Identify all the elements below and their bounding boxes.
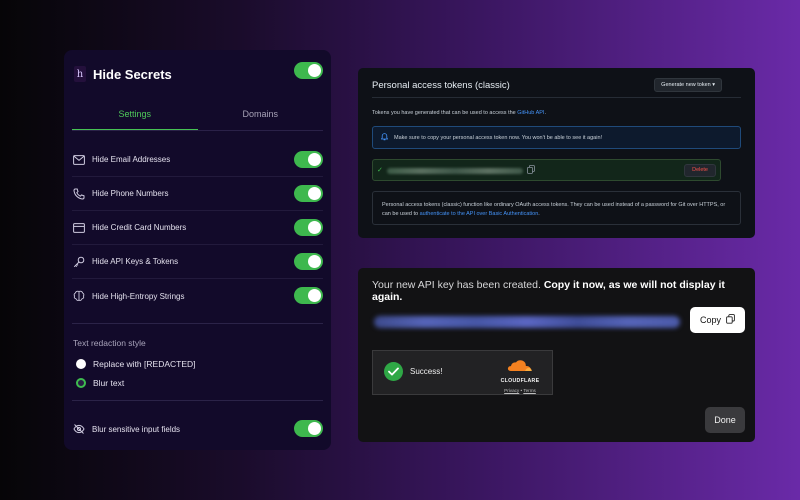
credit-card-icon — [72, 221, 86, 235]
copy-token-notice: Make sure to copy your personal access t… — [372, 126, 741, 149]
option-row-phone: Hide Phone Numbers — [72, 177, 323, 211]
note-text-end: . — [538, 210, 540, 217]
phone-icon — [72, 187, 86, 201]
done-button[interactable]: Done — [705, 407, 745, 433]
mail-icon — [72, 153, 86, 167]
key-icon — [72, 255, 86, 269]
app-logo: h — [74, 66, 86, 82]
brain-icon — [72, 289, 86, 303]
option-row-credit-card: Hide Credit Card Numbers — [72, 211, 323, 245]
entropy-toggle[interactable] — [294, 287, 323, 304]
copy-icon — [726, 314, 735, 326]
copy-label: Copy — [699, 315, 721, 325]
blur-inputs-toggle[interactable] — [294, 420, 323, 437]
option-label: Hide Email Addresses — [92, 155, 171, 164]
panel-header: h Hide Secrets — [74, 63, 323, 85]
redaction-style-label: Text redaction style — [73, 338, 146, 348]
new-token-row: ✓ Delete — [372, 159, 721, 181]
tab-divider — [72, 130, 323, 131]
option-label: Hide High-Entropy Strings — [92, 291, 185, 301]
blurred-token-value — [387, 168, 523, 174]
tab-settings[interactable]: Settings — [72, 103, 198, 131]
copy-button[interactable]: Copy — [690, 307, 745, 333]
header-divider — [372, 97, 741, 98]
github-tokens-panel: Personal access tokens (classic) Generat… — [358, 68, 755, 238]
api-keys-toggle[interactable] — [294, 253, 323, 270]
api-key-dialog: Your new API key has been created. Copy … — [358, 268, 755, 442]
option-row-entropy: Hide High-Entropy Strings — [72, 279, 323, 313]
cloudflare-brand: CLOUDFLARE Privacy • Terms — [497, 359, 543, 393]
terms-link[interactable]: Terms — [523, 388, 536, 393]
token-info-note: Personal access tokens (classic) functio… — [372, 191, 741, 225]
radio-button[interactable] — [76, 378, 86, 388]
basic-auth-link[interactable]: authenticate to the API over Basic Authe… — [420, 211, 539, 217]
copy-icon[interactable] — [527, 165, 535, 174]
intro-text: Tokens you have generated that can be us… — [372, 110, 546, 116]
api-key-message: Your new API key has been created. Copy … — [372, 279, 755, 303]
radio-replace-redacted[interactable]: Replace with [REDACTED] — [76, 357, 196, 371]
privacy-link[interactable]: Privacy — [504, 388, 519, 393]
section-divider — [72, 323, 323, 324]
master-toggle[interactable] — [294, 62, 323, 79]
success-check-icon — [384, 362, 403, 381]
github-api-link[interactable]: GitHub API — [517, 110, 544, 116]
eye-off-icon — [72, 422, 86, 436]
credit-card-toggle[interactable] — [294, 219, 323, 236]
notice-text: Make sure to copy your personal access t… — [394, 134, 603, 141]
check-icon: ✓ — [377, 167, 383, 174]
captcha-status: Success! — [410, 367, 443, 376]
tab-bar: Settings Domains — [72, 103, 323, 131]
radio-label: Blur text — [93, 378, 125, 388]
option-row-email: Hide Email Addresses — [72, 143, 323, 177]
generate-token-button[interactable]: Generate new token ▾ — [654, 78, 722, 92]
option-label: Hide Phone Numbers — [92, 189, 169, 198]
captcha-links: Privacy • Terms — [497, 388, 543, 393]
delete-token-button[interactable]: Delete — [684, 164, 716, 177]
radio-button[interactable] — [76, 359, 86, 369]
cloudflare-wordmark: CLOUDFLARE — [500, 378, 540, 384]
radio-blur-text[interactable]: Blur text — [76, 376, 124, 390]
blurred-api-key — [374, 316, 680, 328]
intro-text-end: . — [544, 110, 546, 116]
phone-toggle[interactable] — [294, 185, 323, 202]
message-normal: Your new API key has been created. — [372, 279, 544, 291]
radio-label: Replace with [REDACTED] — [93, 359, 196, 369]
option-label: Blur sensitive input fields — [92, 424, 181, 434]
email-toggle[interactable] — [294, 151, 323, 168]
option-label: Hide Credit Card Numbers — [92, 223, 187, 232]
cloudflare-turnstile: Success! CLOUDFLARE Privacy • Terms — [372, 350, 553, 395]
section-divider — [72, 400, 323, 401]
panel-title: Hide Secrets — [93, 66, 172, 82]
bell-icon — [380, 132, 389, 143]
cloudflare-cloud-icon — [507, 360, 532, 371]
tab-domains[interactable]: Domains — [198, 103, 324, 131]
option-row-blur-inputs: Blur sensitive input fields — [72, 412, 323, 446]
option-label: Hide API Keys & Tokens — [92, 257, 179, 266]
option-row-api-keys: Hide API Keys & Tokens — [72, 245, 323, 279]
extension-panel: h Hide Secrets Settings Domains Hide Ema… — [64, 50, 331, 450]
github-page-title: Personal access tokens (classic) — [372, 80, 510, 91]
intro-text-body: Tokens you have generated that can be us… — [372, 110, 518, 116]
